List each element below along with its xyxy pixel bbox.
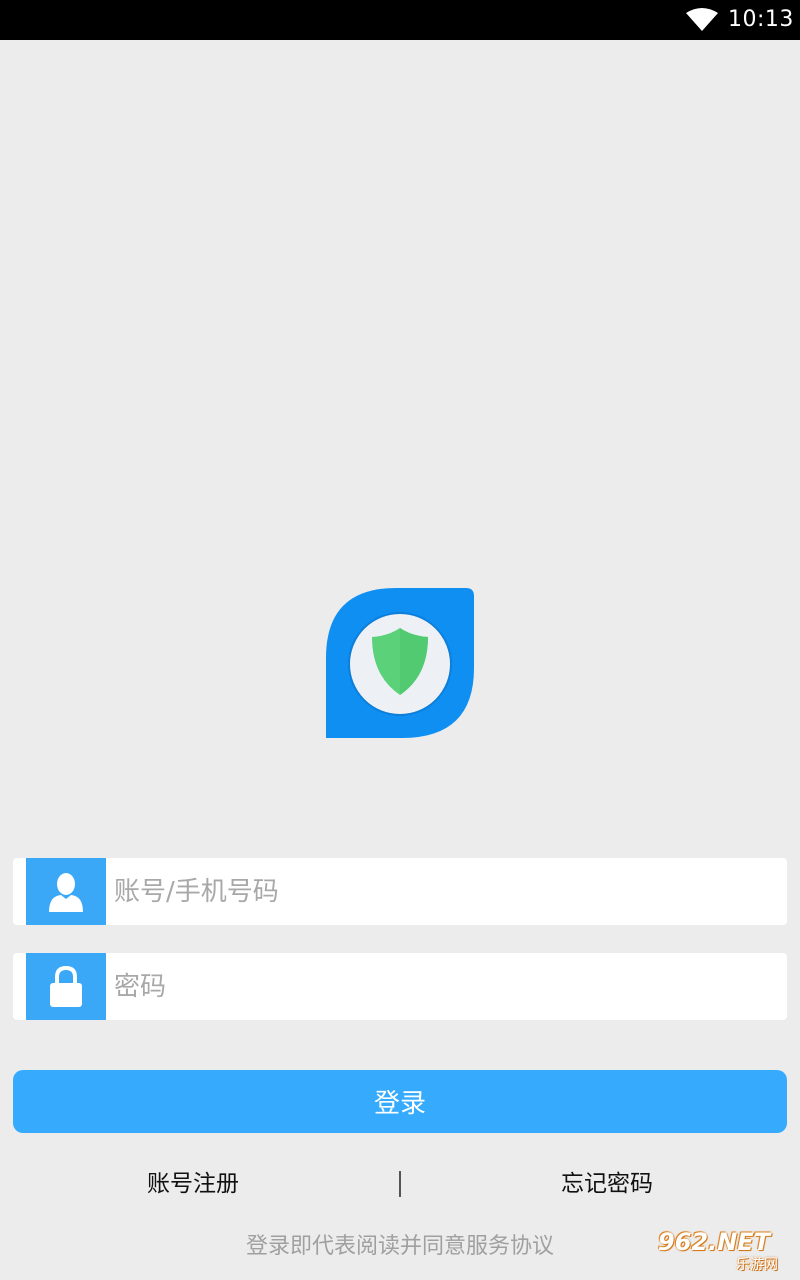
watermark-site-name: 乐游网 [736,1257,778,1273]
forgot-password-link[interactable]: 忘记密码 [477,1166,737,1202]
login-button[interactable]: 登录 [13,1070,787,1133]
account-input[interactable] [106,858,776,925]
password-field [13,953,787,1020]
user-icon [26,858,106,925]
status-bar: 10:13 [0,0,800,40]
password-input[interactable] [106,953,776,1020]
register-link[interactable]: 账号注册 [63,1166,323,1202]
site-watermark: 962.NET 乐游网 [658,1228,796,1276]
app-logo [326,588,474,738]
lock-icon [26,953,106,1020]
watermark-logo-text: 962.NET [658,1228,771,1256]
link-divider [399,1171,401,1197]
wifi-icon [686,8,718,36]
account-field [13,858,787,925]
status-time: 10:13 [728,7,794,32]
service-agreement-link[interactable]: 登录即代表阅读并同意服务协议 [150,1232,650,1262]
